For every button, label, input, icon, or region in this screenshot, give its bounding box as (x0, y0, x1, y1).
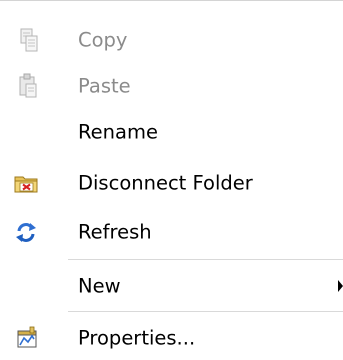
context-menu: Copy Paste Rename Disconnect Folder Refr… (0, 0, 343, 360)
menu-item-label: Paste (78, 74, 131, 98)
menu-item-label: Copy (78, 28, 128, 52)
menu-item-properties[interactable]: Properties... (0, 318, 343, 358)
menu-item-copy: Copy (0, 20, 343, 60)
menu-item-label: Refresh (78, 220, 152, 244)
paste-icon (8, 71, 44, 101)
menu-separator (68, 259, 343, 260)
copy-icon (8, 25, 44, 55)
properties-icon (8, 323, 44, 353)
menu-item-disconnect-folder[interactable]: Disconnect Folder (0, 163, 343, 203)
menu-separator (68, 311, 343, 312)
menu-item-new[interactable]: New (0, 266, 343, 306)
menu-item-label: Rename (78, 120, 158, 144)
menu-item-paste: Paste (0, 66, 343, 106)
disconnect-folder-icon (8, 168, 44, 198)
menu-item-label: Disconnect Folder (78, 171, 253, 195)
menu-item-refresh[interactable]: Refresh (0, 212, 343, 252)
submenu-arrow-icon (338, 280, 343, 292)
menu-item-label: Properties... (78, 326, 196, 350)
menu-item-rename[interactable]: Rename (0, 112, 343, 152)
refresh-icon (8, 217, 44, 247)
menu-top-border (0, 0, 343, 1)
menu-item-label: New (78, 274, 121, 298)
